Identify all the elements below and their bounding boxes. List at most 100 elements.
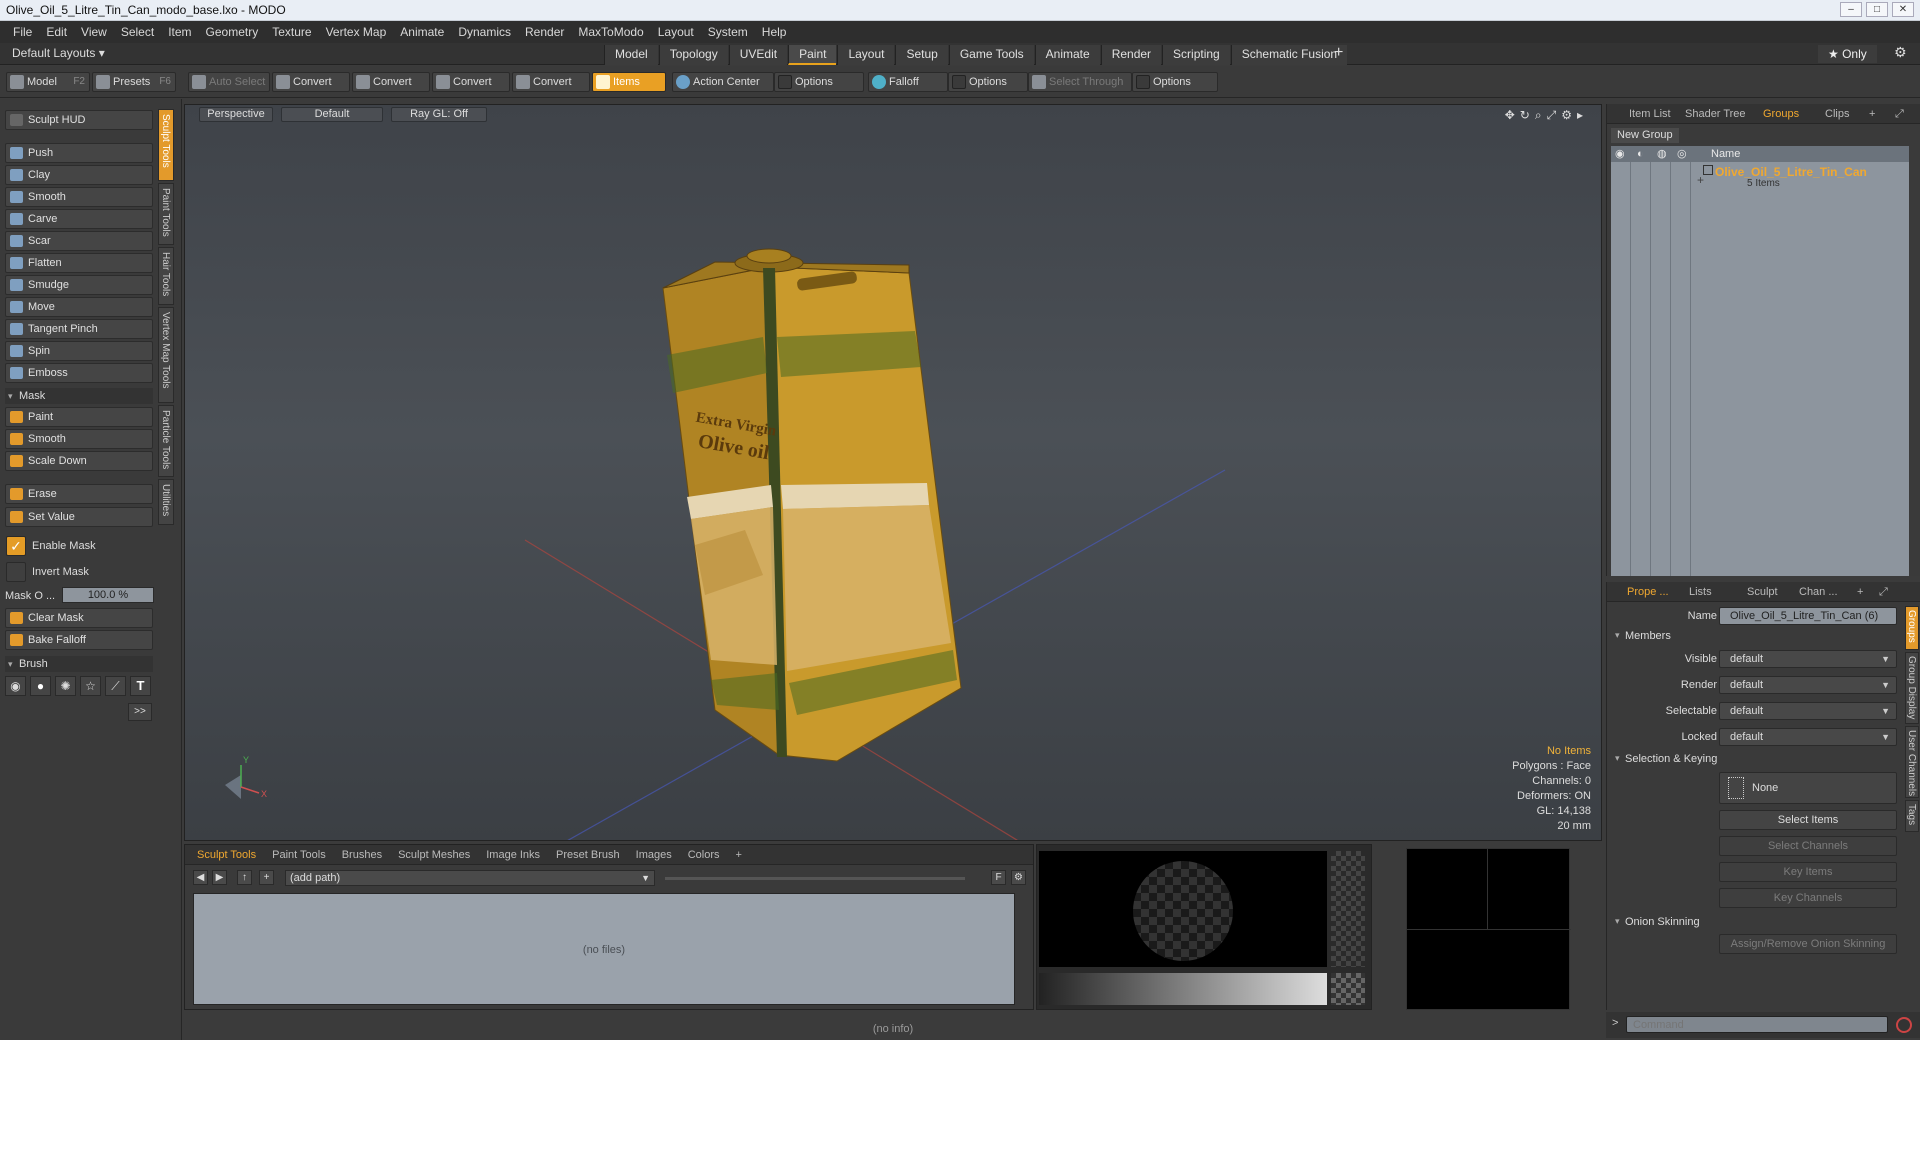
tab-properties[interactable]: Prope ...: [1627, 584, 1669, 600]
name-field[interactable]: Olive_Oil_5_Litre_Tin_Can (6): [1719, 607, 1897, 625]
vtab-group-display[interactable]: Group Display: [1905, 652, 1919, 724]
tool-carve[interactable]: Carve: [5, 209, 153, 229]
members-section[interactable]: Members: [1615, 630, 1671, 642]
tab-sculpt-meshes[interactable]: Sculpt Meshes: [390, 849, 478, 861]
tab-images[interactable]: Images: [628, 849, 680, 861]
tab-animate[interactable]: Animate: [1034, 45, 1100, 65]
options-button-1[interactable]: Options: [774, 72, 864, 92]
pan-icon[interactable]: ✥: [1505, 108, 1515, 123]
tab-uvedit[interactable]: UVEdit: [728, 45, 788, 65]
viewport-menu-icon[interactable]: ▸: [1577, 108, 1583, 123]
tab-colors[interactable]: Colors: [680, 849, 728, 861]
eye-icon[interactable]: ◉: [1615, 146, 1625, 162]
default-layouts-dropdown[interactable]: Default Layouts ▾: [12, 46, 105, 60]
tab-preset-brush[interactable]: Preset Brush: [548, 849, 628, 861]
tab-paint-tools[interactable]: Paint Tools: [264, 849, 334, 861]
enable-mask-checkbox[interactable]: ✓: [6, 536, 26, 556]
convert-button-1[interactable]: Convert: [272, 72, 350, 92]
tab-topology[interactable]: Topology: [658, 45, 728, 65]
command-input[interactable]: [1626, 1016, 1888, 1033]
select-icon[interactable]: ◎: [1677, 146, 1687, 162]
mask-smooth-button[interactable]: Smooth: [5, 429, 153, 449]
tool-move[interactable]: Move: [5, 297, 153, 317]
lock-icon[interactable]: ◍: [1657, 146, 1667, 162]
tab-paint[interactable]: Paint: [788, 45, 837, 65]
options-button-3[interactable]: Options: [1132, 72, 1218, 92]
add-layout-tab-icon[interactable]: +: [1334, 44, 1343, 62]
locked-dropdown[interactable]: default ▼: [1719, 728, 1897, 746]
add-path-icon[interactable]: +: [259, 870, 274, 885]
mask-section-header[interactable]: Mask: [5, 388, 153, 404]
set-value-button[interactable]: Set Value: [5, 507, 153, 527]
select-channels-button[interactable]: Select Channels: [1719, 836, 1897, 856]
name-column-header[interactable]: Name: [1711, 146, 1740, 162]
new-group-button[interactable]: New Group: [1611, 128, 1679, 143]
action-center-button[interactable]: Action Center: [672, 72, 774, 92]
select-items-button[interactable]: Select Items: [1719, 810, 1897, 830]
tool-smooth[interactable]: Smooth: [5, 187, 153, 207]
vtab-hair-tools[interactable]: Hair Tools: [158, 247, 174, 305]
convert-button-4[interactable]: Convert: [512, 72, 590, 92]
up-icon[interactable]: ↑: [237, 870, 252, 885]
soft-brush-icon[interactable]: ◉: [5, 676, 26, 696]
menu-help[interactable]: Help: [755, 25, 794, 39]
3d-viewport[interactable]: Extra Virgin Olive oil Y X Perspective D…: [184, 104, 1602, 841]
items-button[interactable]: Items: [592, 72, 666, 92]
back-icon[interactable]: ◀: [193, 870, 208, 885]
maximize-viewport-icon[interactable]: ⤢: [1547, 108, 1557, 123]
onion-skinning-button[interactable]: Assign/Remove Onion Skinning: [1719, 934, 1897, 954]
filter-button[interactable]: F: [991, 870, 1006, 885]
tab-shader-tree[interactable]: Shader Tree: [1685, 106, 1746, 122]
model-button[interactable]: Model F2: [6, 72, 90, 92]
minimize-button[interactable]: –: [1840, 2, 1862, 17]
tool-push[interactable]: Push: [5, 143, 153, 163]
menu-render[interactable]: Render: [518, 25, 571, 39]
mask-scale-down-button[interactable]: Scale Down: [5, 451, 153, 471]
hard-brush-icon[interactable]: ●: [30, 676, 51, 696]
close-button[interactable]: ✕: [1892, 2, 1914, 17]
tab-setup[interactable]: Setup: [895, 45, 948, 65]
record-icon[interactable]: [1896, 1017, 1912, 1033]
mask-opacity-field[interactable]: 100.0 %: [62, 587, 154, 603]
bake-falloff-button[interactable]: Bake Falloff: [5, 630, 153, 650]
menu-geometry[interactable]: Geometry: [199, 25, 266, 39]
splat-brush-icon[interactable]: ✺: [55, 676, 76, 696]
presets-button[interactable]: Presets F6: [92, 72, 176, 92]
menu-file[interactable]: File: [6, 25, 39, 39]
maximize-button[interactable]: □: [1866, 2, 1888, 17]
options-button-2[interactable]: Options: [948, 72, 1028, 92]
group-list[interactable]: ◉ ◐ ◍ ◎ Name + Olive_Oil_5_Litre_Tin_Can…: [1611, 146, 1909, 576]
render-icon[interactable]: ◐: [1637, 146, 1644, 162]
menu-edit[interactable]: Edit: [39, 25, 74, 39]
tool-tangent-pinch[interactable]: Tangent Pinch: [5, 319, 153, 339]
tool-scar[interactable]: Scar: [5, 231, 153, 251]
tab-item-list[interactable]: Item List: [1629, 106, 1671, 122]
group-row[interactable]: + Olive_Oil_5_Litre_Tin_Can 5 Items: [1611, 163, 1909, 191]
vtab-vertex-map-tools[interactable]: Vertex Map Tools: [158, 307, 174, 403]
vtab-sculpt-tools[interactable]: Sculpt Tools: [158, 109, 174, 181]
mask-paint-button[interactable]: Paint: [5, 407, 153, 427]
viewport-settings-icon[interactable]: ⚙: [1561, 108, 1572, 123]
vtab-paint-tools[interactable]: Paint Tools: [158, 183, 174, 245]
vtab-particle-tools[interactable]: Particle Tools: [158, 405, 174, 477]
thumb-size-slider[interactable]: [665, 877, 965, 880]
key-channels-button[interactable]: Key Channels: [1719, 888, 1897, 908]
vtab-utilities[interactable]: Utilities: [158, 479, 174, 525]
expand-panel-icon[interactable]: ⤢: [1895, 106, 1904, 122]
path-dropdown[interactable]: (add path) ▼: [285, 870, 655, 886]
expand-panel-icon[interactable]: ⤢: [1879, 584, 1888, 600]
tool-spin[interactable]: Spin: [5, 341, 153, 361]
tool-smudge[interactable]: Smudge: [5, 275, 153, 295]
falloff-button[interactable]: Falloff: [868, 72, 948, 92]
expand-icon[interactable]: +: [1697, 173, 1704, 187]
vtab-groups[interactable]: Groups: [1905, 606, 1919, 650]
convert-button-2[interactable]: Convert: [352, 72, 430, 92]
menu-layout[interactable]: Layout: [651, 25, 701, 39]
tool-clay[interactable]: Clay: [5, 165, 153, 185]
menu-vertex-map[interactable]: Vertex Map: [319, 25, 394, 39]
shading-default-dropdown[interactable]: Default: [281, 107, 383, 122]
key-items-button[interactable]: Key Items: [1719, 862, 1897, 882]
forward-icon[interactable]: ▶: [212, 870, 227, 885]
gear-icon[interactable]: ⚙: [1894, 44, 1907, 61]
auto-select-button[interactable]: Auto Select: [188, 72, 270, 92]
